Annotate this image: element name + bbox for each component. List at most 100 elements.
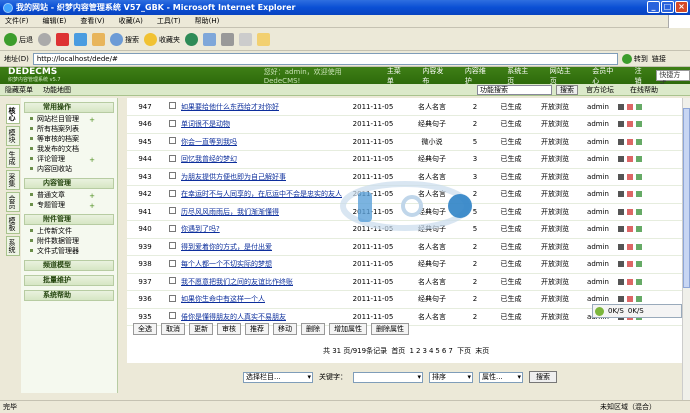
add-icon[interactable]: + — [89, 201, 95, 211]
links-button[interactable]: 链接 — [652, 54, 666, 64]
attribute-select[interactable]: 属性... — [479, 371, 523, 383]
row-title[interactable]: 如果要给他什么东西给才对你好 — [181, 103, 279, 111]
edit-icon[interactable] — [627, 138, 633, 145]
view-icon[interactable] — [636, 156, 642, 163]
edit-icon[interactable] — [627, 278, 633, 285]
row-title[interactable]: 得到爱着你的方式，是付出爱 — [181, 243, 272, 251]
shortcut-select[interactable]: 快捷方式 — [656, 70, 690, 88]
vtab-core[interactable]: 核心 — [6, 104, 20, 124]
left-menu-item[interactable]: 网站栏目管理 + — [21, 114, 117, 124]
move-button[interactable]: 移动 — [273, 323, 297, 335]
view-icon[interactable] — [636, 138, 642, 145]
close-button[interactable]: × — [675, 1, 688, 13]
row-title[interactable]: 历尽风风雨雨后，我们渐渐懂得 — [181, 208, 279, 216]
edit-icon[interactable] — [627, 296, 633, 303]
row-title[interactable]: 回忆我曾经的梦幻 — [181, 155, 237, 163]
first-page-link[interactable]: 首页 — [391, 347, 405, 355]
nav-publish[interactable]: 内容发布 — [422, 66, 449, 86]
home-button[interactable] — [92, 33, 105, 46]
forward-button[interactable] — [38, 33, 51, 46]
function-search-button[interactable]: 搜索 — [556, 84, 578, 95]
view-icon[interactable] — [636, 208, 642, 215]
nav-system-home[interactable]: 系统主页 — [507, 66, 534, 86]
function-search-input[interactable]: 功能搜索 — [477, 84, 552, 95]
row-title[interactable]: 为朋友提供方便也即为自己解好事 — [181, 173, 286, 181]
page-link[interactable]: 6 — [442, 347, 446, 355]
vtab-collect[interactable]: 采集 — [6, 170, 20, 190]
delete-button[interactable]: 删除 — [301, 323, 325, 335]
view-icon[interactable] — [636, 191, 642, 198]
row-title[interactable]: 单词很不是动物 — [181, 120, 230, 128]
vtab-template[interactable]: 模板 — [6, 214, 20, 234]
view-icon[interactable] — [636, 261, 642, 268]
mail-button[interactable] — [203, 33, 216, 46]
tools-icon[interactable] — [618, 173, 624, 180]
row-checkbox[interactable] — [168, 172, 176, 180]
row-checkbox[interactable] — [168, 154, 176, 162]
refresh-button[interactable] — [74, 33, 87, 46]
menu-section-header[interactable]: 内容管理 — [24, 178, 114, 189]
nav-main-menu[interactable]: 主菜单 — [387, 66, 408, 86]
row-title[interactable]: 每个人都一个不切实际的梦想 — [181, 260, 272, 268]
vtab-generate[interactable]: 生成 — [6, 148, 20, 168]
menu-help[interactable]: 帮助(H) — [195, 16, 220, 26]
row-checkbox[interactable] — [168, 189, 176, 197]
edit-icon[interactable] — [627, 191, 633, 198]
scrollbar[interactable] — [682, 98, 690, 400]
add-attr-button[interactable]: 增加属性 — [329, 323, 367, 335]
left-menu-item[interactable]: 附件数据管理 — [21, 236, 117, 246]
menu-file[interactable]: 文件(F) — [5, 16, 29, 26]
tools-icon[interactable] — [618, 261, 624, 268]
edit-icon[interactable] — [627, 173, 633, 180]
vtab-system[interactable]: 系统 — [6, 236, 20, 256]
nav-member-center[interactable]: 会员中心 — [592, 66, 619, 86]
row-title[interactable]: 我不愿意把我们之间的友谊比作终账 — [181, 278, 293, 286]
row-checkbox[interactable] — [168, 294, 176, 302]
view-icon[interactable] — [636, 121, 642, 128]
menu-tools[interactable]: 工具(T) — [157, 16, 181, 26]
left-menu-item[interactable]: 普通文章 + — [21, 190, 117, 200]
left-menu-item[interactable]: 专题管理 + — [21, 200, 117, 210]
nav-site-home[interactable]: 网站主页 — [550, 66, 577, 86]
row-checkbox[interactable] — [168, 242, 176, 250]
filter-search-button[interactable]: 搜索 — [529, 371, 557, 383]
left-menu-item[interactable]: 所有档案列表 — [21, 124, 117, 134]
favorites-button[interactable]: 收藏夹 — [144, 33, 180, 46]
vtab-module[interactable]: 模块 — [6, 126, 20, 146]
stop-button[interactable] — [56, 33, 69, 46]
left-menu-item[interactable]: 文件式管理器 — [21, 246, 117, 256]
tools-icon[interactable] — [618, 208, 624, 215]
page-link[interactable]: 7 — [448, 347, 452, 355]
menu-edit[interactable]: 编辑(E) — [43, 16, 67, 26]
row-checkbox[interactable] — [168, 277, 176, 285]
help-link[interactable]: 在线帮助 — [630, 85, 658, 95]
edit-button[interactable] — [239, 33, 252, 46]
row-title[interactable]: 在幸运时不与人同享的，在厄运中不会是忠实的友人 — [181, 190, 342, 198]
nav-maintain[interactable]: 内容维护 — [465, 66, 492, 86]
row-checkbox[interactable] — [168, 119, 176, 127]
edit-icon[interactable] — [627, 261, 633, 268]
view-icon[interactable] — [636, 278, 642, 285]
left-menu-item[interactable]: 评论管理 + — [21, 154, 117, 164]
tools-icon[interactable] — [618, 138, 624, 145]
search-button[interactable]: 搜索 — [110, 33, 139, 46]
view-icon[interactable] — [636, 226, 642, 233]
tools-icon[interactable] — [618, 296, 624, 303]
view-icon[interactable] — [636, 243, 642, 250]
row-title[interactable]: 如果你生命中有这样一个人 — [181, 295, 265, 303]
messenger-button[interactable] — [257, 33, 270, 46]
edit-icon[interactable] — [627, 103, 633, 110]
recommend-button[interactable]: 推荐 — [245, 323, 269, 335]
row-title[interactable]: 你会一直等到我吗 — [181, 138, 237, 146]
next-page-link[interactable]: 下页 — [457, 347, 471, 355]
go-button[interactable]: 转到 — [621, 53, 648, 64]
back-button[interactable]: 后退 — [4, 33, 33, 46]
vtab-member[interactable]: 会员 — [6, 192, 20, 212]
menu-view[interactable]: 查看(V) — [80, 16, 104, 26]
page-link[interactable]: 5 — [435, 347, 439, 355]
left-menu-item[interactable]: 等审核的档案 — [21, 134, 117, 144]
sort-select[interactable]: 排序 — [429, 371, 473, 383]
nav-logout[interactable]: 注销 — [635, 66, 649, 86]
last-page-link[interactable]: 末页 — [475, 347, 489, 355]
category-select[interactable]: 选择栏目... — [243, 371, 313, 383]
